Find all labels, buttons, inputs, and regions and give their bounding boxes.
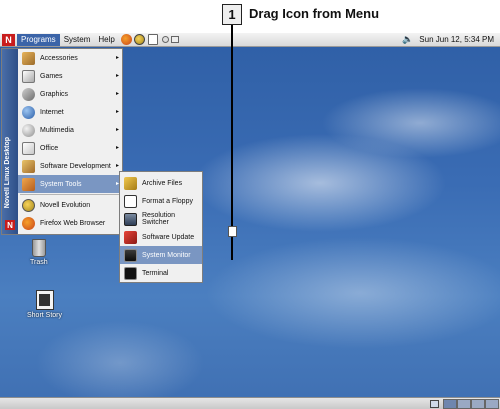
accessories-icon (22, 51, 35, 65)
submenu-item-archive-files[interactable]: Archive Files (120, 174, 202, 192)
submenu-item-label: Terminal (142, 269, 169, 277)
menu-item-label: Firefox Web Browser (40, 219, 106, 227)
desktop-icon-short-story[interactable]: Short Story (27, 290, 62, 319)
help-menu-button[interactable]: Help (94, 34, 118, 46)
submenu-arrow-icon: ▸ (115, 55, 119, 61)
submenu-item-label: Format a Floppy (142, 197, 193, 205)
menu-item-label: Novell Evolution (40, 201, 91, 209)
internet-globe-icon (22, 105, 35, 119)
menu-item-label: Accessories (40, 54, 78, 62)
submenu-item-terminal[interactable]: Terminal (120, 264, 202, 282)
desktop-icon-label: Short Story (27, 312, 63, 319)
workspace-2[interactable] (457, 399, 471, 409)
software-update-icon (124, 230, 137, 244)
bottom-panel (0, 397, 500, 409)
menu-item-label: Software Development (40, 162, 111, 170)
callout-pointer-line (231, 25, 233, 260)
menu-item-internet[interactable]: Internet ▸ (18, 103, 122, 121)
window-icon[interactable] (170, 36, 179, 43)
software-development-icon (22, 159, 35, 173)
novell-sidebar-logo-icon: N (5, 220, 15, 230)
callout-text: Drag Icon from Menu (249, 6, 380, 21)
multimedia-icon (22, 123, 35, 137)
workspace-3[interactable] (471, 399, 485, 409)
trash-icon (31, 239, 46, 257)
submenu-item-label: System Monitor (142, 251, 191, 259)
menu-item-accessories[interactable]: Accessories ▸ (18, 49, 122, 67)
games-icon (22, 69, 35, 83)
firefox-icon (22, 216, 35, 230)
menu-sidebar: Novell Linux Desktop N (2, 49, 18, 234)
submenu-arrow-icon: ▸ (115, 127, 119, 133)
floppy-icon (124, 194, 137, 208)
submenu-item-resolution-switcher[interactable]: Resolution Switcher (120, 210, 202, 228)
submenu-arrow-icon: ▸ (115, 163, 119, 169)
menu-item-system-tools[interactable]: System Tools ▸ (18, 175, 122, 193)
graphics-icon (22, 87, 35, 101)
menu-item-label: Multimedia (40, 126, 74, 134)
desktop-icon-trash[interactable]: Trash (30, 239, 48, 266)
top-panel: N Programs System Help 🔈 Sun Jun 12, 5:3… (0, 33, 500, 47)
submenu-item-software-update[interactable]: Software Update (120, 228, 202, 246)
system-monitor-icon (124, 248, 137, 262)
submenu-item-label: Resolution Switcher (142, 212, 176, 226)
workspace-4[interactable] (485, 399, 499, 409)
firefox-icon[interactable] (120, 34, 132, 45)
document-icon (35, 290, 54, 310)
submenu-item-system-monitor[interactable]: System Monitor (120, 246, 202, 264)
menu-item-games[interactable]: Games ▸ (18, 67, 122, 85)
submenu-item-format-floppy[interactable]: Format a Floppy (120, 192, 202, 210)
callout: 1 Drag Icon from Menu (0, 0, 500, 33)
show-desktop-icon[interactable] (430, 400, 439, 408)
terminal-icon (124, 266, 137, 280)
desktop-icon-label: Trash (30, 259, 48, 266)
system-tools-icon (22, 177, 35, 191)
network-icon[interactable] (161, 36, 169, 43)
workspace-1[interactable] (443, 399, 457, 409)
clock[interactable]: Sun Jun 12, 5:34 PM (419, 35, 494, 44)
menu-item-multimedia[interactable]: Multimedia ▸ (18, 121, 122, 139)
menu-item-firefox[interactable]: Firefox Web Browser (18, 214, 122, 232)
menu-item-label: Internet (40, 108, 64, 116)
desktop[interactable]: N Programs System Help 🔈 Sun Jun 12, 5:3… (0, 33, 500, 409)
evolution-icon[interactable] (133, 34, 145, 45)
monitor-icon (124, 212, 137, 226)
sidebar-title: Novell Linux Desktop (4, 136, 11, 208)
menu-item-label: System Tools (40, 180, 82, 188)
menu-item-label: Graphics (40, 90, 69, 98)
menu-separator (20, 194, 120, 195)
novell-logo-icon[interactable]: N (2, 33, 15, 46)
menu-item-graphics[interactable]: Graphics ▸ (18, 85, 122, 103)
callout-number: 1 (222, 4, 242, 25)
dragged-launcher-icon[interactable] (228, 226, 237, 237)
menu-item-label: Office (40, 144, 59, 152)
office-icon (22, 141, 35, 155)
submenu-item-label: Software Update (142, 233, 195, 241)
menu-item-label: Games (40, 72, 63, 80)
evolution-icon (22, 198, 35, 212)
menu-item-software-development[interactable]: Software Development ▸ (18, 157, 122, 175)
submenu-arrow-icon: ▸ (115, 145, 119, 151)
submenu-arrow-icon: ▸ (115, 109, 119, 115)
programs-menu-button[interactable]: Programs (17, 33, 60, 46)
document-icon[interactable] (147, 34, 158, 45)
menu-item-novell-evolution[interactable]: Novell Evolution (18, 196, 122, 214)
programs-menu: Novell Linux Desktop N Accessories ▸ Gam… (1, 48, 123, 235)
speaker-icon[interactable]: 🔈 (402, 34, 413, 45)
system-tools-submenu: Archive Files Format a Floppy Resolution… (119, 171, 203, 283)
archive-icon (124, 176, 137, 190)
submenu-arrow-icon: ▸ (115, 73, 119, 79)
menu-item-office[interactable]: Office ▸ (18, 139, 122, 157)
submenu-item-label: Archive Files (142, 179, 183, 187)
submenu-arrow-icon: ▸ (115, 91, 119, 97)
system-menu-button[interactable]: System (60, 34, 95, 46)
